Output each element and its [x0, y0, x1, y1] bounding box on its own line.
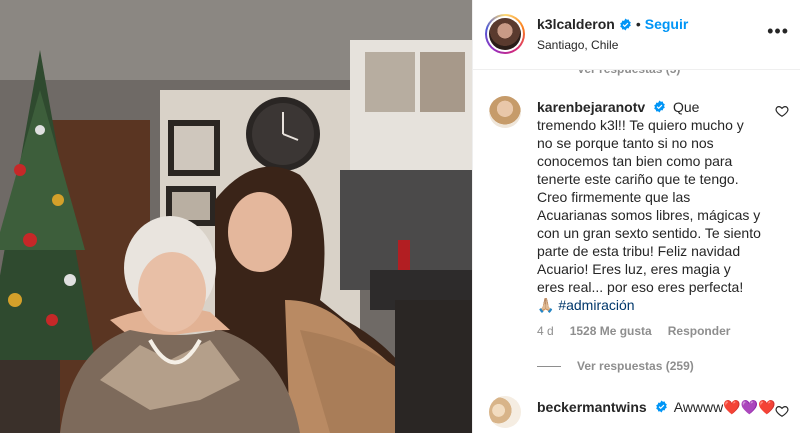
commenter-avatar[interactable] [489, 396, 521, 428]
post-image [0, 0, 472, 433]
comment-age[interactable]: 4 d [537, 324, 554, 338]
view-replies-button[interactable]: Ver respuestas (259) [537, 359, 694, 373]
comment-text: Awwww❤️💜❤️ [673, 399, 776, 415]
separator-dot: • [635, 16, 641, 32]
post-location[interactable]: Santiago, Chile [537, 38, 618, 52]
verified-badge-icon [654, 100, 665, 113]
reply-button[interactable]: Responder [668, 324, 731, 338]
replies-divider [537, 365, 561, 367]
more-options-icon[interactable]: ••• [767, 22, 789, 40]
author-avatar-image [489, 18, 521, 50]
comment-meta: 4 d 1528 Me gusta Responder [537, 324, 730, 338]
comment-text: Que tremendo k3l!! Te quiero mucho y no … [537, 99, 761, 313]
comment-body: beckermantwins Awwww❤️💜❤️ [537, 398, 776, 416]
author-username[interactable]: k3lcalderon [537, 16, 615, 32]
comment-hashtag[interactable]: #admiración [558, 297, 634, 313]
verified-badge-icon [620, 18, 631, 30]
commenter-username[interactable]: karenbejaranotv [537, 99, 645, 115]
like-heart-icon[interactable] [775, 404, 789, 418]
commenter-avatar[interactable] [489, 96, 521, 128]
comments-panel: Ver respuestas (5) k3lcalderon • Seguir … [472, 0, 800, 433]
like-heart-icon[interactable] [775, 104, 789, 118]
commenter-username[interactable]: beckermantwins [537, 399, 647, 415]
comment-body: karenbejaranotv Que tremendo k3l!! Te qu… [537, 98, 761, 314]
post-header: k3lcalderon • Seguir Santiago, Chile ••• [473, 0, 800, 70]
author-line: k3lcalderon • Seguir [537, 16, 688, 32]
comment-likes[interactable]: 1528 Me gusta [570, 324, 652, 338]
view-replies-label: Ver respuestas (259) [577, 359, 694, 373]
follow-button[interactable]: Seguir [645, 16, 689, 32]
author-avatar[interactable] [485, 14, 525, 54]
post-photo[interactable] [0, 0, 472, 433]
verified-badge-icon [655, 400, 667, 413]
